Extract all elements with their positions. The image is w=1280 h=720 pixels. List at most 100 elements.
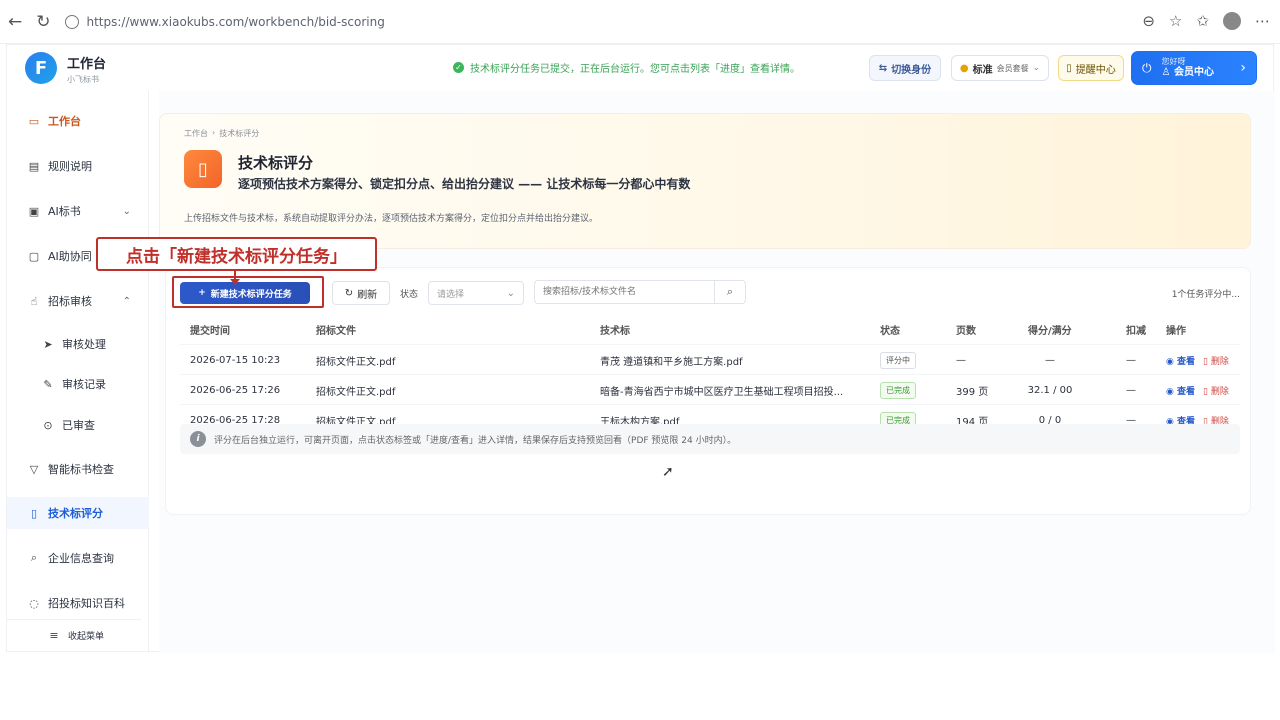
clipboard-icon: ▯ [30,506,38,520]
search-icon: ⌕ [30,551,38,564]
breadcrumb-separator: › [212,128,216,137]
row-time: 2026-07-15 10:23 [190,354,281,366]
sidebar-item-knowledge[interactable]: ◌ 招投标知识百科 [7,587,149,619]
row-status[interactable]: 评分中 [880,345,950,375]
reminder-center-button[interactable]: ▯ 提醒中心 [1058,55,1124,81]
favorites-icon[interactable]: ✩ [1196,12,1209,30]
header-bid-file: 招标文件 [316,325,356,337]
page-subtitle: 逐项预估技术方案得分、锁定扣分点、给出抬分建议 —— 让技术标每一分都心中有数 [238,177,691,191]
task-count-text: 1个任务评分中... [1171,290,1240,300]
table-header: 提交时间 招标文件 技术标 状态 页数 得分/满分 扣减 操作 [180,314,1240,344]
brand: 工作台 小飞标书 [67,53,106,85]
instruction-callout: 点击「新建技术标评分任务」 [96,237,377,271]
new-tech-scoring-task-button[interactable]: + 新建技术标评分任务 [180,282,310,304]
status-placeholder: 请选择 [437,289,465,300]
header-deduct: 扣减 [1126,325,1146,337]
reload-icon[interactable]: ↻ [36,12,50,32]
callout-arrow [230,271,240,285]
site-info-icon[interactable] [64,14,79,29]
row-actions: ◉ 查看 ▯ 删除 [1166,375,1266,405]
delete-button[interactable]: ▯ 删除 [1203,354,1229,367]
view-button[interactable]: ◉ 查看 [1166,354,1195,367]
status-badge[interactable]: 已完成 [880,381,916,399]
clipboard-icon: ▯ [184,150,222,188]
send-icon: ➤ [43,337,53,351]
sidebar-item-smart-check[interactable]: ▽ 智能标书检查 [7,453,149,485]
check-circle-icon: ⊙ [43,418,53,432]
row-tech-file: 青茂 遵道镇和平乡施工方案.pdf [600,356,743,368]
table-row: 2026-07-15 10:23 招标文件正文.pdf 青茂 遵道镇和平乡施工方… [180,344,1240,374]
app-topbar: F 工作台 小飞标书 ✓ 技术标评分任务已提交，正在后台运行。您可点击列表「进度… [7,45,1273,91]
sidebar-collapse-button[interactable]: ≡ 收起菜单 [7,619,141,651]
sidebar-item-label: AI标书 [48,205,81,218]
switch-identity-label: 切换身份 [891,64,932,76]
sidebar-item-label: 招投标知识百科 [48,597,125,610]
monitor-icon: ▭ [28,114,40,128]
url-text[interactable]: https://www.xiaokubs.com/workbench/bid-s… [87,15,385,29]
sidebar-item-company-search[interactable]: ⌕ 企业信息查询 [7,542,149,574]
row-status[interactable]: 已完成 [880,375,950,405]
sidebar-item-label: 技术标评分 [48,507,103,520]
status-badge[interactable]: 评分中 [880,351,916,369]
member-center-text: 您好呀 ♙ 会员中心 [1162,57,1214,80]
sidebar-item-label: 智能标书检查 [48,463,114,476]
status-filter-label: 状态 [400,290,419,300]
sidebar-item-rules[interactable]: ▤ 规则说明 [7,150,149,182]
sidebar-item-tech-scoring[interactable]: ▯ 技术标评分 [7,497,149,529]
delete-button[interactable]: ▯ 删除 [1203,384,1229,397]
member-center-button[interactable]: ⏻ 您好呀 ♙ 会员中心 › [1131,51,1257,85]
breadcrumb-root[interactable]: 工作台 [184,128,208,139]
view-label: 查看 [1177,386,1196,397]
sidebar-item-label: 规则说明 [48,160,92,173]
more-menu-icon[interactable]: ⋯ [1255,12,1270,30]
view-button[interactable]: ◉ 查看 [1166,384,1195,397]
member-sub-label: 会员套餐 [996,63,1029,73]
status-select[interactable]: 请选择 ⌄ [428,281,524,305]
row-deduct: — [1126,384,1136,396]
sidebar-item-bid-review[interactable]: ☝ 招标审核 ⌃ [7,285,149,317]
browser-actions: ⊖ ☆ ✩ ⋯ [1142,12,1270,30]
task-toolbar: + 新建技术标评分任务 ↻ 刷新 状态 请选择 ⌄ ⌕ 1个任务评分中... [166,268,1250,314]
switch-identity-button[interactable]: ⇆ 切换身份 [869,55,941,81]
app-window: F 工作台 小飞标书 ✓ 技术标评分任务已提交，正在后台运行。您可点击列表「进度… [6,44,1275,653]
zoom-icon[interactable]: ⊖ [1142,12,1155,30]
address-bar[interactable]: https://www.xiaokubs.com/workbench/bid-s… [64,14,385,29]
search-input[interactable] [534,280,714,304]
sidebar-item-label: 审核记录 [62,378,106,391]
sidebar-item-ai-bid[interactable]: ▣ AI标书 ⌄ [7,195,149,227]
row-bid-file: 招标文件正文.pdf [316,356,396,368]
plus-icon: + [198,288,206,298]
view-label: 查看 [1177,356,1196,367]
sidebar-item-label: 已审查 [62,419,95,432]
profile-avatar[interactable] [1223,12,1241,30]
app-logo-icon[interactable]: F [25,52,57,84]
header-submit-time: 提交时间 [190,325,230,337]
table-row: 2026-06-25 17:26 招标文件正文.pdf 暗备-青海省西宁市城中区… [180,374,1240,404]
chevron-right-icon: › [1240,60,1246,76]
app-title: 工作台 [67,57,107,72]
membership-dropdown[interactable]: ● 标准 会员套餐 ⌄ [951,55,1049,81]
chat-icon: ◌ [29,596,39,610]
mouse-cursor-icon: ➚ [662,464,674,480]
chevron-down-icon: ⌄ [506,287,515,299]
sidebar-item-workbench[interactable]: ▭ 工作台 [7,105,149,137]
switch-icon: ⇆ [878,62,888,74]
search-button[interactable]: ⌕ [714,280,746,304]
filter-icon: ▽ [29,462,39,476]
power-icon: ⏻ [1142,60,1152,75]
sidebar-item-label: 招标审核 [48,295,92,308]
sidebar-item-reviewed[interactable]: ⊙ 已审查 [7,409,149,441]
sidebar-item-review-process[interactable]: ➤ 审核处理 [7,328,149,360]
row-tech-file: 暗备-青海省西宁市城中区医疗卫生基础工程项目招投... [600,386,844,398]
notice-text: 技术标评分任务已提交，正在后台运行。您可点击列表「进度」查看详情。 [470,64,800,75]
bookmark-star-icon[interactable]: ☆ [1169,12,1182,30]
new-task-label: 新建技术标评分任务 [210,289,292,300]
page-hero: 工作台 › 技术标评分 ▯ 技术标评分 逐项预估技术方案得分、锁定扣分点、给出抬… [159,113,1251,249]
refresh-button[interactable]: ↻ 刷新 [332,281,390,305]
row-time: 2026-06-25 17:26 [190,384,281,396]
back-arrow-icon[interactable]: ← [8,12,22,32]
book-icon: ▣ [28,204,40,218]
task-panel: + 新建技术标评分任务 ↻ 刷新 状态 请选择 ⌄ ⌕ 1个任务评分中... [165,267,1251,515]
sidebar-item-review-records[interactable]: ✎ 审核记录 [7,368,149,400]
tip-text: 评分在后台独立运行，可离开页面，点击状态标签或「进度/查看」进入详情，结果保存后… [214,435,737,446]
